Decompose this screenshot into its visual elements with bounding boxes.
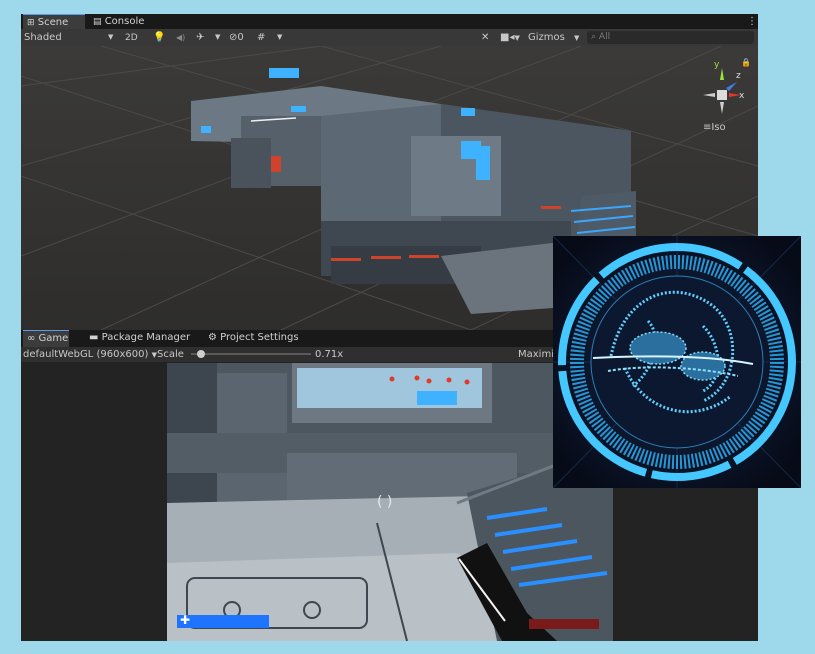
gizmo-z-label: z	[736, 71, 741, 81]
search-input[interactable]: ⌕ All	[587, 31, 754, 44]
search-icon: ⌕	[591, 32, 597, 42]
tab-scene-label: Scene	[37, 17, 69, 28]
scene-toolbar: Shaded ▼ 2D 💡 ◀) ✈ ▼ ⊘0 # ▼ ✕ ■◂▼ Gizmos…	[21, 29, 758, 46]
grid-toggle-icon[interactable]: #	[257, 29, 265, 46]
lock-icon[interactable]: 🔒	[741, 58, 751, 67]
svg-text:( ): ( )	[377, 494, 392, 510]
gear-icon: ⚙	[208, 332, 217, 343]
gizmos-label: Gizmos	[528, 32, 565, 43]
shading-mode-value: Shaded	[24, 32, 62, 43]
effects-toggle-icon[interactable]: ✈	[196, 29, 204, 46]
emblem-graphic	[553, 236, 801, 488]
chevron-down-icon: ▼	[574, 34, 580, 42]
tab-project-settings[interactable]: ⚙ Project Settings	[204, 330, 303, 347]
projection-label: Iso	[711, 122, 726, 133]
orientation-gizmo[interactable]: y z x	[693, 60, 753, 126]
game-viewport[interactable]: ( ) ✚	[167, 363, 613, 641]
visibility-toggle[interactable]: ⊘0	[229, 29, 244, 46]
effects-dropdown-chevron-icon[interactable]: ▼	[215, 29, 220, 46]
health-bar: ✚	[177, 613, 269, 628]
search-placeholder: All	[598, 32, 611, 42]
scale-slider[interactable]	[191, 347, 311, 362]
kebab-menu-icon[interactable]: ⋮	[743, 14, 758, 29]
toggle-2d-label: 2D	[125, 33, 138, 43]
scale-slider-thumb[interactable]	[197, 350, 205, 358]
gizmo-x-label: x	[739, 91, 745, 101]
toggle-2d-button[interactable]: 2D	[125, 29, 138, 46]
lighting-toggle-icon[interactable]: 💡	[153, 29, 165, 46]
tab-console-label: Console	[104, 16, 145, 27]
tab-console[interactable]: ▤ Console	[89, 14, 148, 29]
tab-game[interactable]: ∞ Game	[23, 330, 69, 347]
tab-scene[interactable]: ⊞ Scene	[23, 14, 85, 29]
gamepad-icon: ∞	[27, 333, 36, 344]
console-icon: ▤	[93, 17, 102, 27]
scale-label: Scale	[157, 349, 184, 360]
tab-package-manager[interactable]: ▬ Package Manager	[85, 330, 194, 347]
projection-toggle[interactable]: ≡Iso	[703, 122, 726, 133]
chevron-down-icon: ▼	[108, 33, 114, 41]
maximize-toggle[interactable]: Maximi	[518, 347, 554, 362]
tab-game-label: Game	[38, 333, 69, 344]
tab-project-settings-label: Project Settings	[220, 332, 299, 343]
neon-emblem-image	[553, 236, 801, 488]
audio-toggle-icon[interactable]: ◀)	[176, 29, 185, 46]
shading-mode-dropdown[interactable]: Shaded ▼	[24, 29, 117, 46]
gizmo-y-label: y	[714, 60, 720, 70]
plus-icon: ✚	[180, 613, 191, 627]
game-render: ( )	[167, 363, 613, 641]
hidden-count: 0	[237, 32, 244, 43]
tools-icon[interactable]: ✕	[481, 29, 489, 46]
grid-dropdown-chevron-icon[interactable]: ▼	[277, 29, 282, 46]
scene-tab-bar: ⊞ Scene ▤ Console ⋮	[21, 14, 758, 29]
resolution-dropdown[interactable]: defaultWebGL (960x600) ▼	[23, 347, 157, 362]
health-bar-fill	[177, 615, 269, 628]
gizmos-dropdown[interactable]: Gizmos ▼	[528, 29, 579, 46]
resolution-value: defaultWebGL (960x600)	[23, 349, 149, 360]
tab-package-manager-label: Package Manager	[101, 332, 191, 343]
enemy-bar-fill	[529, 619, 599, 629]
scale-slider-track	[191, 353, 311, 355]
camera-icon[interactable]: ■◂▼	[500, 29, 520, 46]
scale-value: 0.71x	[315, 349, 344, 360]
package-icon: ▬	[89, 332, 99, 343]
enemy-bar	[529, 619, 599, 629]
